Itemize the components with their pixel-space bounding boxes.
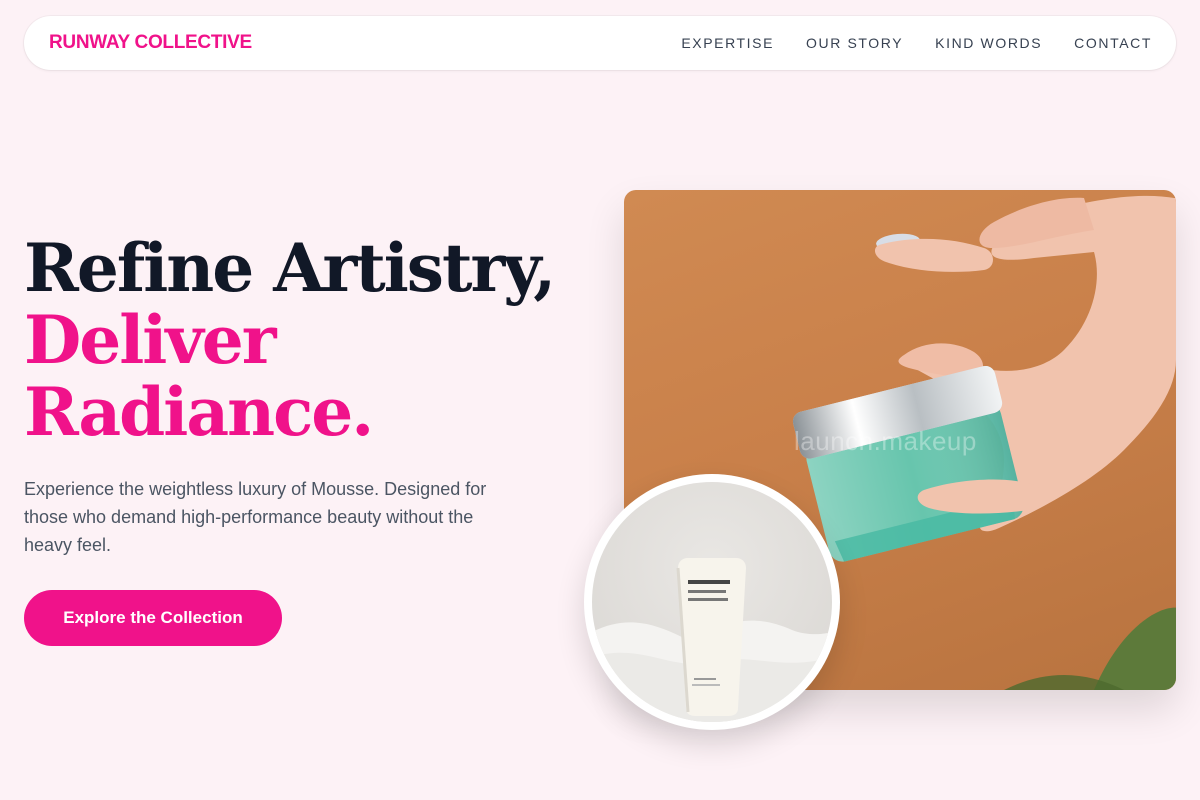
hero-description: Experience the weightless luxury of Mous…	[24, 479, 487, 555]
nav-link-contact[interactable]: CONTACT	[1074, 35, 1152, 51]
hero-heading-line3: Radiance.	[24, 373, 374, 451]
explore-collection-button[interactable]: Explore the Collection	[24, 590, 282, 646]
main-nav: EXPERTISE OUR STORY KIND WORDS CONTACT	[649, 35, 1152, 51]
top-navbar: RUNWAY COLLECTIVE EXPERTISE OUR STORY KI…	[24, 16, 1176, 70]
hero-heading: Refine Artistry, Deliver Radiance.	[24, 229, 556, 451]
nav-link-kind-words[interactable]: KIND WORDS	[935, 35, 1042, 51]
lotion-tube-inset	[584, 474, 840, 730]
hero-heading-line1: Refine Artistry,	[24, 229, 556, 307]
lotion-tube-illustration	[592, 558, 832, 722]
nav-link-our-story[interactable]: OUR STORY	[806, 35, 903, 51]
brand-logo[interactable]: RUNWAY COLLECTIVE	[49, 32, 252, 54]
hero-heading-line2: Deliver	[24, 301, 276, 379]
image-watermark: launch.makeup	[794, 426, 977, 456]
nav-link-expertise[interactable]: EXPERTISE	[681, 35, 774, 51]
lotion-tube-photo	[592, 482, 832, 722]
